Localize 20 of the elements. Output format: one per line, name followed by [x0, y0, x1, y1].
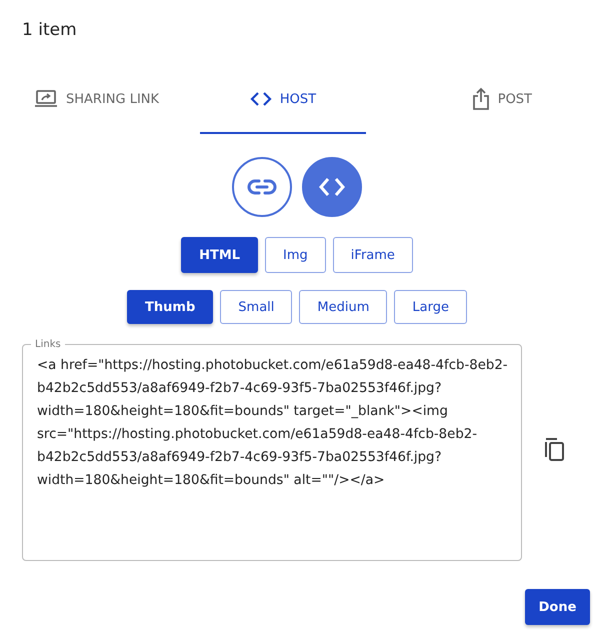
- dialog-title: 1 item: [21, 19, 78, 42]
- laptop-icon: [34, 89, 58, 109]
- format-option[interactable]: iFrame: [332, 237, 413, 273]
- code-icon: [318, 176, 346, 198]
- tab[interactable]: SHARING LINK: [0, 74, 200, 134]
- copy-icon[interactable]: [543, 438, 565, 462]
- links-field[interactable]: Links <a href="https://hosting.photobucket.com/e61a59d8-ea48-4fcb-8eb2-b42b2c5dd553/a8af6949-f2b7-4c69-93f5-7ba02553f46f.jpg?width=180&height=180&fit=bounds" target="_blank"><img src="https://hosting.photobucket.com/e61a59d8-ea48-4fcb-8eb2-b42b2c5dd553/a8af6949-f2b7-4c69-93f5-7ba02553f46f.jpg?width=180&height=180&fit=bounds" alt=""/></a>: [22, 339, 522, 561]
- tab[interactable]: HOST: [200, 74, 366, 134]
- share-icon: [472, 87, 490, 111]
- link-icon: [247, 178, 277, 196]
- format-option[interactable]: Img: [265, 237, 326, 273]
- size-option[interactable]: Small: [220, 290, 292, 324]
- size-option[interactable]: Thumb: [127, 290, 214, 324]
- size-option[interactable]: Medium: [299, 290, 388, 324]
- done-button[interactable]: Done: [525, 589, 590, 625]
- field-label: Links: [34, 339, 62, 350]
- code-icon: [250, 91, 272, 107]
- tab[interactable]: POST: [366, 74, 594, 134]
- size-option[interactable]: Large: [394, 290, 467, 324]
- format-option[interactable]: HTML: [181, 237, 258, 273]
